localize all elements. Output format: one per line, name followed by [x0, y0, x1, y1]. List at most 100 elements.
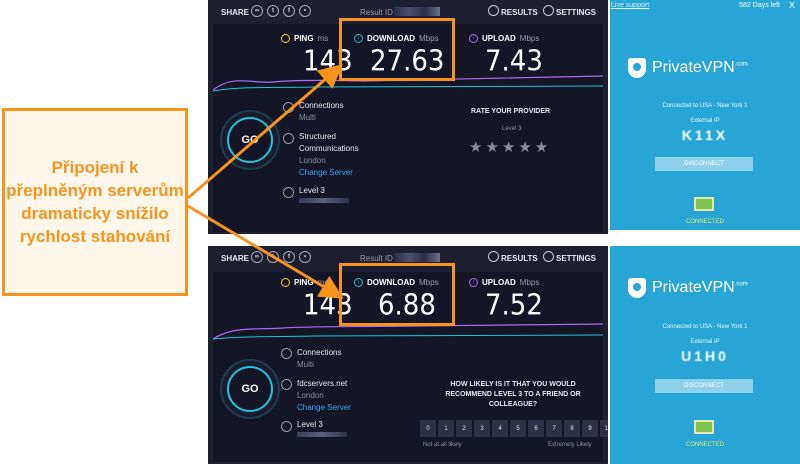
facebook-icon[interactable]: f — [283, 5, 295, 17]
server-info: fdcservers.net London Change Server — [297, 378, 351, 414]
share-icons: ∞ t f • — [251, 5, 311, 17]
nps-option[interactable]: 1 — [438, 420, 454, 437]
user-icon — [283, 187, 294, 198]
privatevpn-panel-bottom: PrivateVPN.com Connected to USA - New Yo… — [610, 246, 800, 464]
result-id-label: Result ID — [360, 254, 393, 263]
isp-ip-redacted — [299, 198, 349, 203]
nps-scale: 012345678910 — [420, 420, 608, 437]
more-icon[interactable]: • — [299, 5, 311, 17]
external-ip-value: U1H0 — [681, 348, 729, 364]
upload-metric: ↑ UPLOAD Mbps 7.43 — [469, 34, 543, 78]
nps-low-label: Not at all likely — [423, 442, 462, 448]
connection-status-icon — [694, 420, 714, 434]
server-name-line2: Communications — [299, 144, 359, 153]
upload-icon: ↑ — [469, 34, 478, 43]
server-location: London — [297, 391, 324, 400]
results-button[interactable]: RESULTS — [501, 254, 538, 263]
external-ip-label: External IP — [690, 339, 720, 345]
nps-option[interactable]: 10 — [600, 420, 608, 437]
nps-option[interactable]: 5 — [510, 420, 526, 437]
brand-suffix: .com — [734, 281, 748, 288]
gear-icon[interactable] — [543, 251, 554, 262]
more-icon[interactable]: • — [299, 251, 311, 263]
download-highlight-bottom — [339, 263, 455, 326]
go-button[interactable]: GO — [227, 117, 273, 163]
server-info: Structured Communications London Change … — [299, 131, 359, 179]
nps-option[interactable]: 7 — [546, 420, 562, 437]
nps-high-label: Extremely Likely — [548, 442, 592, 448]
nps-option[interactable]: 9 — [582, 420, 598, 437]
globe-icon — [281, 379, 292, 390]
settings-button[interactable]: SETTINGS — [556, 8, 596, 17]
isp-name: Level 3 — [297, 420, 323, 429]
connected-to-label: Connected to USA - New York 1 — [662, 324, 748, 330]
gear-icon[interactable] — [543, 5, 554, 16]
rate-provider-name: Level 3 — [502, 126, 522, 132]
connections-label: Connections — [299, 101, 344, 110]
callout-text: Připojení k přeplněným serverům dramatic… — [6, 158, 184, 246]
upload-icon: ↑ — [469, 278, 478, 287]
nps-option[interactable]: 6 — [528, 420, 544, 437]
connected-to-label: Connected to USA - New York 1 — [662, 103, 748, 109]
upload-metric: ↑ UPLOAD Mbps 7.52 — [469, 278, 543, 322]
upload-label: UPLOAD — [482, 278, 516, 287]
privatevpn-panel-top: Live support 582 Days left X PrivateVPN.… — [610, 0, 800, 230]
go-button[interactable]: GO — [227, 366, 273, 412]
upload-unit: Mbps — [519, 34, 540, 43]
results-icon[interactable] — [488, 5, 499, 16]
change-server-link[interactable]: Change Server — [299, 167, 359, 179]
link-icon[interactable]: ∞ — [251, 5, 263, 17]
connections-mode[interactable]: Multi — [297, 360, 341, 369]
results-button[interactable]: RESULTS — [501, 8, 538, 17]
external-ip-value: K11X — [681, 127, 729, 143]
disconnect-button[interactable]: DISCONNECT — [655, 379, 753, 393]
nps-option[interactable]: 2 — [456, 420, 472, 437]
result-id-redacted — [394, 253, 440, 262]
callout-box: Připojení k přeplněným serverům dramatic… — [2, 108, 188, 296]
change-server-link[interactable]: Change Server — [297, 402, 351, 414]
user-icon — [281, 421, 292, 432]
results-icon[interactable] — [488, 251, 499, 262]
nps-option[interactable]: 0 — [420, 420, 436, 437]
share-label: SHARE — [221, 8, 250, 17]
nps-question: HOW LIKELY IS IT THAT YOU WOULD RECOMMEN… — [445, 381, 581, 408]
nps-option[interactable]: 3 — [474, 420, 490, 437]
connections-icon — [281, 348, 292, 359]
upload-unit: Mbps — [519, 278, 540, 287]
server-name: fdcservers.net — [297, 379, 348, 388]
connections-mode[interactable]: Multi — [299, 113, 343, 122]
vpn-title-bar: Live support 582 Days left X — [610, 0, 800, 12]
twitter-icon[interactable]: t — [267, 5, 279, 17]
connection-status: CONNECTED — [685, 442, 724, 448]
twitter-icon[interactable]: t — [267, 251, 279, 263]
facebook-icon[interactable]: f — [283, 251, 295, 263]
nps-option[interactable]: 8 — [564, 420, 580, 437]
ping-unit: ms — [317, 278, 329, 287]
connection-status: CONNECTED — [685, 219, 724, 225]
connection-status-icon — [694, 197, 714, 211]
live-support-link[interactable]: Live support — [611, 2, 649, 9]
connections-info: Connections Multi — [297, 348, 341, 369]
share-icons: ∞ t f • — [251, 251, 311, 263]
ping-label: PING — [294, 34, 314, 43]
link-icon[interactable]: ∞ — [251, 251, 263, 263]
ping-icon — [281, 278, 290, 287]
brand-name: PrivateVPN — [652, 59, 735, 76]
ping-label: PING — [294, 278, 314, 287]
result-id-redacted — [394, 7, 440, 16]
rating-stars[interactable]: ★★★★★ — [469, 138, 551, 156]
result-id-label: Result ID — [360, 8, 393, 17]
disconnect-button[interactable]: DISCONNECT — [655, 157, 753, 171]
brand-name: PrivateVPN — [652, 279, 735, 296]
close-button[interactable]: X — [789, 0, 795, 10]
connections-info: Connections Multi — [299, 101, 343, 122]
server-location: London — [299, 156, 326, 165]
globe-icon — [283, 133, 294, 144]
connections-label: Connections — [297, 348, 342, 357]
share-label: SHARE — [221, 254, 250, 263]
brand-suffix: .com — [734, 61, 748, 68]
nps-option[interactable]: 4 — [492, 420, 508, 437]
isp-name: Level 3 — [299, 186, 325, 195]
settings-button[interactable]: SETTINGS — [556, 254, 596, 263]
connections-icon — [283, 102, 294, 113]
